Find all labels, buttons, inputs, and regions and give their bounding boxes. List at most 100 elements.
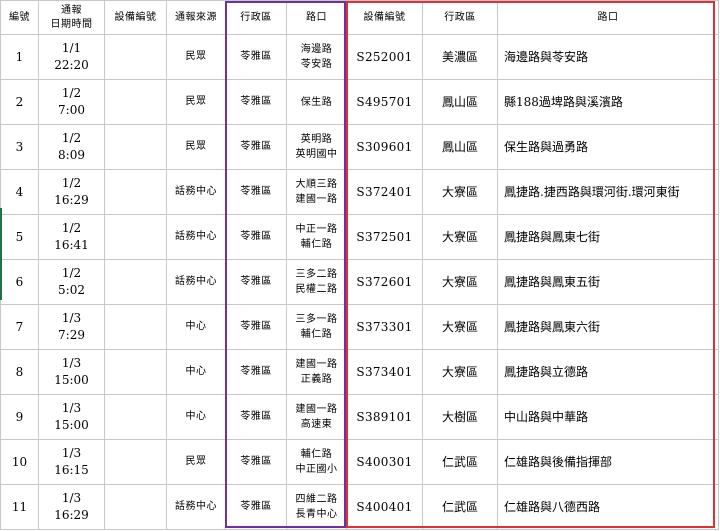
cell-datetime[interactable]: 1/2 16:41 [38, 214, 105, 260]
cell-road2[interactable]: 中山路與中華路 [497, 394, 719, 440]
cell-source[interactable]: 中心 [166, 304, 226, 350]
cell-datetime[interactable]: 1/3 16:15 [38, 439, 105, 485]
cell-road[interactable]: 海邊路 苓安路 [286, 34, 347, 80]
cell-source[interactable]: 話務中心 [166, 484, 226, 530]
cell-device-empty[interactable] [104, 124, 167, 170]
header-device-empty[interactable]: 設備編號 [104, 0, 167, 35]
cell-district[interactable]: 苓雅區 [225, 484, 287, 530]
cell-source[interactable]: 中心 [166, 349, 226, 395]
cell-source[interactable]: 民眾 [166, 79, 226, 125]
header-district2[interactable]: 行政區 [422, 0, 498, 35]
cell-district[interactable]: 苓雅區 [225, 124, 287, 170]
cell-no[interactable]: 7 [0, 304, 39, 350]
cell-road2[interactable]: 鳳捷路與鳳東六街 [497, 304, 719, 350]
cell-road[interactable]: 英明路 英明國中 [286, 124, 347, 170]
cell-district[interactable]: 苓雅區 [225, 349, 287, 395]
cell-device[interactable]: S252001 [346, 34, 423, 80]
cell-device-empty[interactable] [104, 259, 167, 305]
cell-district2[interactable]: 大寮區 [422, 349, 498, 395]
cell-road2[interactable]: 海邊路與苓安路 [497, 34, 719, 80]
cell-road2[interactable]: 保生路與過勇路 [497, 124, 719, 170]
cell-no[interactable]: 2 [0, 79, 39, 125]
header-source[interactable]: 通報來源 [166, 0, 226, 35]
cell-no[interactable]: 5 [0, 214, 39, 260]
cell-device[interactable]: S309601 [346, 124, 423, 170]
cell-road2[interactable]: 仁雄路與後備指揮部 [497, 439, 719, 485]
cell-district2[interactable]: 大寮區 [422, 169, 498, 215]
cell-road[interactable]: 三多二路 民權二路 [286, 259, 347, 305]
cell-device[interactable]: S372601 [346, 259, 423, 305]
cell-district2[interactable]: 大寮區 [422, 304, 498, 350]
cell-device-empty[interactable] [104, 79, 167, 125]
cell-datetime[interactable]: 1/2 16:29 [38, 169, 105, 215]
cell-road2[interactable]: 鳳捷路與鳳東七街 [497, 214, 719, 260]
cell-road[interactable]: 三多一路 輔仁路 [286, 304, 347, 350]
cell-device[interactable]: S400401 [346, 484, 423, 530]
header-no[interactable]: 編號 [0, 0, 39, 35]
cell-district[interactable]: 苓雅區 [225, 169, 287, 215]
cell-road[interactable]: 輔仁路 中正國小 [286, 439, 347, 485]
cell-datetime[interactable]: 1/3 15:00 [38, 349, 105, 395]
cell-district2[interactable]: 大寮區 [422, 259, 498, 305]
cell-road2[interactable]: 鳳捷路.捷西路與環河街.環河東街 [497, 169, 719, 215]
cell-district[interactable]: 苓雅區 [225, 394, 287, 440]
cell-datetime[interactable]: 1/2 8:09 [38, 124, 105, 170]
cell-device-empty[interactable] [104, 394, 167, 440]
cell-datetime[interactable]: 1/1 22:20 [38, 34, 105, 80]
cell-datetime[interactable]: 1/3 15:00 [38, 394, 105, 440]
cell-source[interactable]: 民眾 [166, 34, 226, 80]
cell-road2[interactable]: 鳳捷路與立德路 [497, 349, 719, 395]
cell-district[interactable]: 苓雅區 [225, 214, 287, 260]
cell-datetime[interactable]: 1/2 5:02 [38, 259, 105, 305]
cell-no[interactable]: 11 [0, 484, 39, 530]
cell-device-empty[interactable] [104, 34, 167, 80]
header-road[interactable]: 路口 [286, 0, 347, 35]
header-road2[interactable]: 路口 [497, 0, 719, 35]
cell-district[interactable]: 苓雅區 [225, 259, 287, 305]
cell-district[interactable]: 苓雅區 [225, 34, 287, 80]
cell-district[interactable]: 苓雅區 [225, 79, 287, 125]
header-district[interactable]: 行政區 [225, 0, 287, 35]
cell-device[interactable]: S495701 [346, 79, 423, 125]
cell-road[interactable]: 建國一路 高速東 [286, 394, 347, 440]
cell-source[interactable]: 中心 [166, 394, 226, 440]
cell-no[interactable]: 3 [0, 124, 39, 170]
cell-device[interactable]: S373401 [346, 349, 423, 395]
cell-road[interactable]: 四維二路 長青中心 [286, 484, 347, 530]
cell-district2[interactable]: 仁武區 [422, 484, 498, 530]
cell-device[interactable]: S372501 [346, 214, 423, 260]
cell-device-empty[interactable] [104, 439, 167, 485]
cell-source[interactable]: 話務中心 [166, 259, 226, 305]
cell-district2[interactable]: 大寮區 [422, 214, 498, 260]
cell-device[interactable]: S372401 [346, 169, 423, 215]
cell-road2[interactable]: 縣188過埤路與溪濱路 [497, 79, 719, 125]
cell-device-empty[interactable] [104, 214, 167, 260]
cell-device[interactable]: S373301 [346, 304, 423, 350]
header-device[interactable]: 設備編號 [346, 0, 423, 35]
cell-no[interactable]: 6 [0, 259, 39, 305]
cell-source[interactable]: 民眾 [166, 439, 226, 485]
cell-road[interactable]: 保生路 [286, 79, 347, 125]
cell-device-empty[interactable] [104, 349, 167, 395]
cell-district2[interactable]: 大樹區 [422, 394, 498, 440]
cell-device-empty[interactable] [104, 484, 167, 530]
cell-source[interactable]: 話務中心 [166, 214, 226, 260]
cell-no[interactable]: 9 [0, 394, 39, 440]
cell-no[interactable]: 10 [0, 439, 39, 485]
cell-district[interactable]: 苓雅區 [225, 439, 287, 485]
cell-road[interactable]: 中正一路 輔仁路 [286, 214, 347, 260]
cell-device-empty[interactable] [104, 304, 167, 350]
cell-device[interactable]: S400301 [346, 439, 423, 485]
cell-district2[interactable]: 美濃區 [422, 34, 498, 80]
cell-datetime[interactable]: 1/2 7:00 [38, 79, 105, 125]
cell-road2[interactable]: 仁雄路與八德西路 [497, 484, 719, 530]
cell-road[interactable]: 大順三路 建國一路 [286, 169, 347, 215]
cell-device[interactable]: S389101 [346, 394, 423, 440]
cell-source[interactable]: 民眾 [166, 124, 226, 170]
cell-district2[interactable]: 鳳山區 [422, 124, 498, 170]
cell-district[interactable]: 苓雅區 [225, 304, 287, 350]
cell-road2[interactable]: 鳳捷路與鳳東五街 [497, 259, 719, 305]
header-datetime[interactable]: 通報 日期時間 [38, 0, 105, 35]
cell-device-empty[interactable] [104, 169, 167, 215]
cell-district2[interactable]: 仁武區 [422, 439, 498, 485]
